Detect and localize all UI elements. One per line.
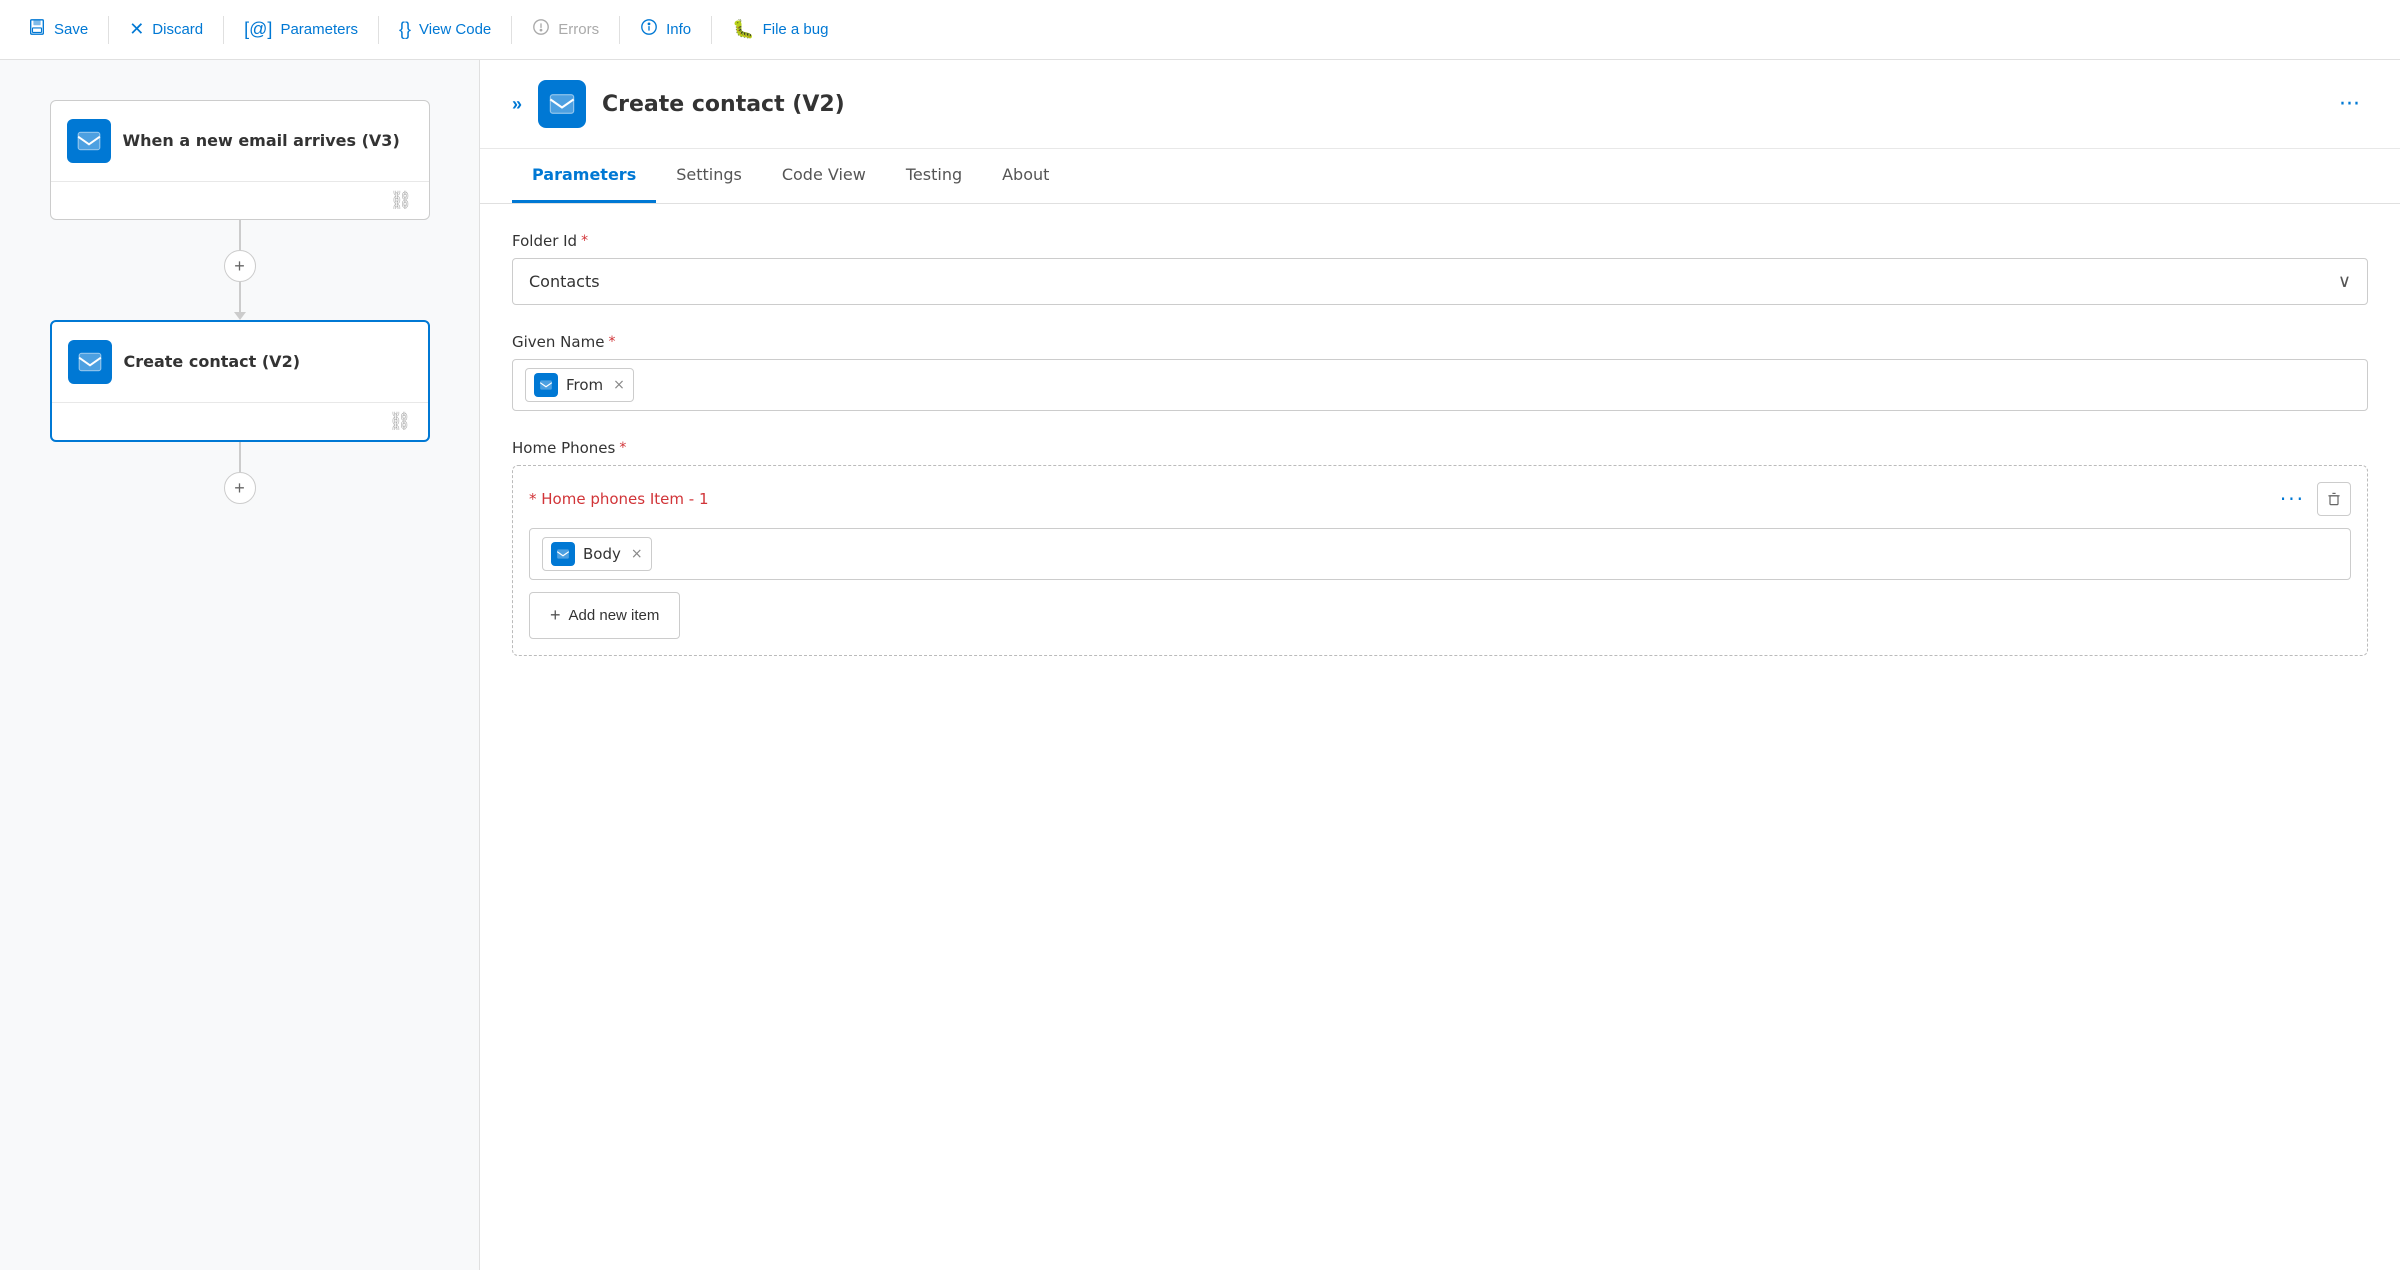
given-name-group: Given Name * From ×	[512, 333, 2368, 411]
detail-header: » Create contact (V2) ···	[480, 60, 2400, 149]
body-token-text: Body	[583, 545, 621, 563]
given-name-label: Given Name *	[512, 333, 2368, 351]
save-label: Save	[54, 21, 88, 38]
body-token-close[interactable]: ×	[631, 546, 643, 562]
tab-about[interactable]: About	[982, 149, 1069, 203]
detail-more-button[interactable]: ···	[2331, 88, 2368, 121]
detail-tabs: Parameters Settings Code View Testing Ab…	[480, 149, 2400, 204]
flow-node-2-header: Create contact (V2)	[52, 322, 428, 402]
errors-label: Errors	[558, 21, 599, 38]
folder-id-group: Folder Id * Contacts ∨	[512, 232, 2368, 305]
separator3	[378, 16, 379, 44]
detail-content: Folder Id * Contacts ∨ Given Name *	[480, 204, 2400, 684]
connector-line-3	[239, 442, 241, 472]
from-token: From ×	[525, 368, 634, 402]
separator	[108, 16, 109, 44]
folder-id-select[interactable]: Contacts ∨	[512, 258, 2368, 305]
parameters-label: Parameters	[280, 21, 358, 38]
save-button[interactable]: Save	[16, 12, 100, 47]
separator4	[511, 16, 512, 44]
file-bug-label: File a bug	[763, 21, 829, 38]
detail-icon	[538, 80, 586, 128]
view-code-button[interactable]: {} View Code	[387, 13, 503, 46]
arrow-down	[234, 312, 246, 320]
parameters-button[interactable]: [@] Parameters	[232, 13, 370, 46]
home-phones-outer: * Home phones Item - 1 ···	[512, 465, 2368, 656]
view-code-icon: {}	[399, 19, 411, 40]
errors-icon	[532, 18, 550, 41]
add-new-item-button[interactable]: + Add new item	[529, 592, 680, 639]
discard-label: Discard	[152, 21, 203, 38]
folder-id-value: Contacts	[529, 272, 600, 291]
plus-icon: +	[550, 605, 561, 626]
home-phones-label: Home Phones *	[512, 439, 2368, 457]
view-code-label: View Code	[419, 21, 491, 38]
add-bottom-button[interactable]: +	[224, 472, 256, 504]
separator6	[711, 16, 712, 44]
required-star-name: *	[608, 334, 615, 350]
home-phones-item-title: * Home phones Item - 1	[529, 490, 709, 508]
connector-line-1	[239, 220, 241, 250]
flow-connector-1: +	[224, 220, 256, 320]
home-phones-token-field[interactable]: Body ×	[529, 528, 2351, 580]
home-phones-item-actions: ···	[2280, 482, 2351, 516]
separator2	[223, 16, 224, 44]
collapse-button[interactable]: »	[512, 94, 522, 115]
add-new-item-label: Add new item	[569, 607, 660, 624]
body-token-icon	[551, 542, 575, 566]
flow-node-1[interactable]: When a new email arrives (V3) ⛓	[50, 100, 430, 220]
body-token: Body ×	[542, 537, 652, 571]
bug-icon: 🐛	[732, 19, 754, 40]
info-label: Info	[666, 21, 691, 38]
flow-node-2-icon	[68, 340, 112, 384]
from-token-icon	[534, 373, 558, 397]
parameters-icon: [@]	[244, 19, 272, 40]
discard-icon: ✕	[129, 19, 144, 40]
flow-canvas: When a new email arrives (V3) ⛓ +	[0, 60, 480, 1270]
tab-settings[interactable]: Settings	[656, 149, 762, 203]
from-token-close[interactable]: ×	[613, 377, 625, 393]
detail-title: Create contact (V2)	[602, 92, 2315, 117]
flow-node-1-title: When a new email arrives (V3)	[123, 131, 400, 152]
flow-connector-2: +	[224, 442, 256, 504]
file-bug-button[interactable]: 🐛 File a bug	[720, 13, 840, 46]
detail-panel: » Create contact (V2) ··· Parameters Set…	[480, 60, 2400, 1270]
home-phones-more-button[interactable]: ···	[2280, 487, 2305, 511]
flow-node-2-title: Create contact (V2)	[124, 352, 301, 373]
connector-line-2	[239, 282, 241, 312]
tab-parameters[interactable]: Parameters	[512, 149, 656, 203]
flow-node-2[interactable]: Create contact (V2) ⛓	[50, 320, 430, 442]
home-phones-item-header: * Home phones Item - 1 ···	[529, 482, 2351, 516]
add-between-button[interactable]: +	[224, 250, 256, 282]
main-layout: When a new email arrives (V3) ⛓ +	[0, 60, 2400, 1270]
save-icon	[28, 18, 46, 41]
tab-testing[interactable]: Testing	[886, 149, 982, 203]
link-icon-2: ⛓	[389, 411, 412, 432]
discard-button[interactable]: ✕ Discard	[117, 13, 215, 46]
home-phones-group: Home Phones * * Home phones Item - 1 ···	[512, 439, 2368, 656]
given-name-field[interactable]: From ×	[512, 359, 2368, 411]
flow-node-1-footer: ⛓	[51, 181, 429, 219]
info-icon	[640, 18, 658, 41]
errors-button[interactable]: Errors	[520, 12, 611, 47]
required-star-phones: *	[619, 440, 626, 456]
flow-node-2-footer: ⛓	[52, 402, 428, 440]
info-button[interactable]: Info	[628, 12, 703, 47]
toolbar: Save ✕ Discard [@] Parameters {} View Co…	[0, 0, 2400, 60]
from-token-text: From	[566, 376, 603, 394]
link-icon-1: ⛓	[390, 190, 413, 211]
separator5	[619, 16, 620, 44]
required-star-folder: *	[581, 233, 588, 249]
flow-node-1-header: When a new email arrives (V3)	[51, 101, 429, 181]
folder-id-label: Folder Id *	[512, 232, 2368, 250]
folder-id-chevron: ∨	[2338, 271, 2351, 292]
flow-node-1-icon	[67, 119, 111, 163]
tab-code-view[interactable]: Code View	[762, 149, 886, 203]
home-phones-delete-button[interactable]	[2317, 482, 2351, 516]
